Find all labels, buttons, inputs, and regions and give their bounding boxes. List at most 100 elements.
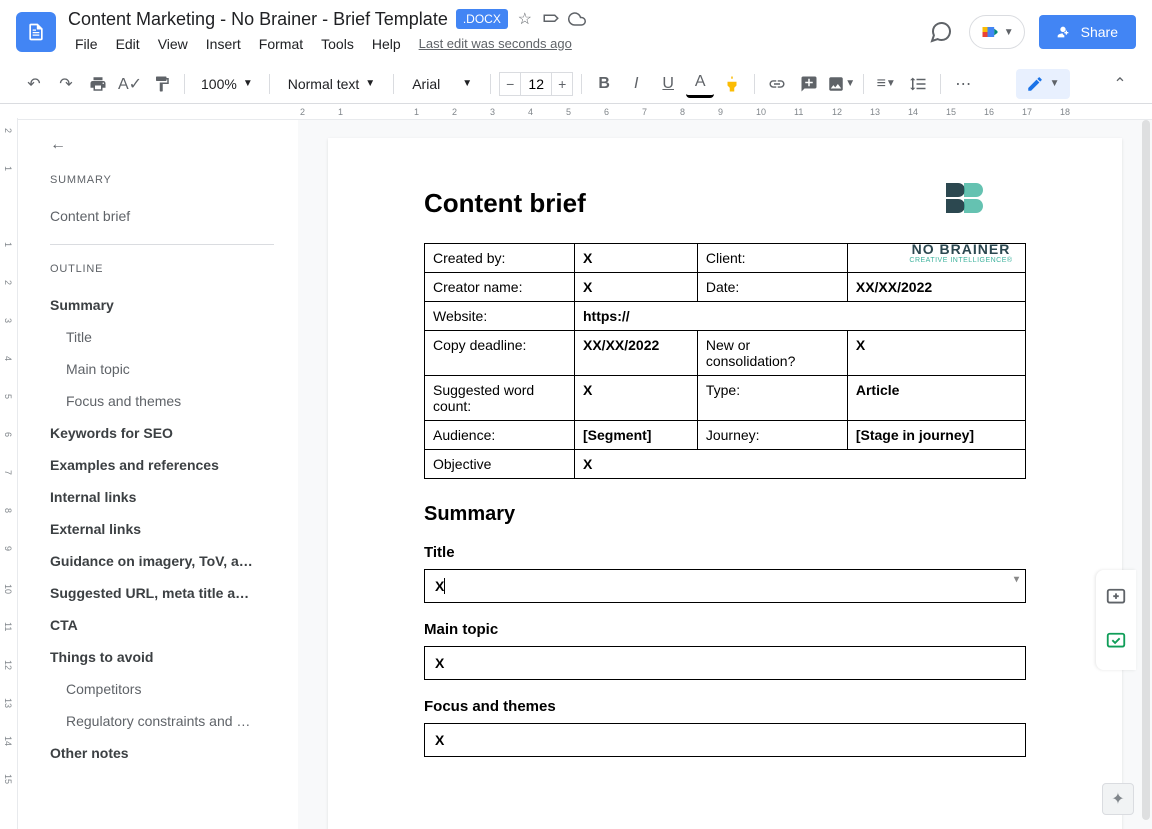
more-icon[interactable]: ⋯ [949,70,977,98]
table-cell[interactable]: Audience: [425,421,575,450]
menu-insert[interactable]: Insert [199,32,248,56]
vertical-ruler[interactable]: 21123456789101112131415 [0,118,18,829]
link-icon[interactable] [763,70,791,98]
suggest-edit-icon[interactable] [1096,622,1136,662]
last-edit[interactable]: Last edit was seconds ago [412,32,579,56]
focus-field[interactable]: X [424,723,1026,757]
focus-heading: Focus and themes [424,698,1026,715]
table-cell[interactable]: Article [847,376,1025,421]
info-table[interactable]: Created by:XClient:Creator name:XDate:XX… [424,243,1026,479]
outline-item[interactable]: CTA [50,609,274,641]
outline-item[interactable]: Keywords for SEO [50,417,274,449]
editing-mode[interactable]: ▼ [1016,69,1070,99]
outline-item[interactable]: Competitors [50,673,274,705]
undo-icon[interactable]: ↶ [20,70,48,98]
menu-view[interactable]: View [151,32,195,56]
table-cell[interactable]: X [847,331,1025,376]
paint-format-icon[interactable] [148,70,176,98]
maintopic-heading: Main topic [424,621,1026,638]
outline-close-icon[interactable]: ← [50,136,274,154]
table-cell[interactable]: X [575,244,698,273]
outline-item[interactable]: Suggested URL, meta title a… [50,577,274,609]
maintopic-field[interactable]: X [424,646,1026,680]
table-cell[interactable]: Date: [697,273,847,302]
outline-item[interactable]: External links [50,513,274,545]
outline-label: OUTLINE [50,263,274,275]
move-icon[interactable] [542,10,560,28]
document-area[interactable]: NO BRAINER CREATIVE INTELLIGENCE® Conten… [298,120,1152,829]
italic-icon[interactable]: I [622,70,650,98]
table-cell[interactable]: Client: [697,244,847,273]
scrollbar[interactable] [1142,120,1150,820]
table-cell[interactable]: Journey: [697,421,847,450]
horizontal-ruler[interactable]: 21123456789101112131415161718 [0,104,1152,120]
redo-icon[interactable]: ↷ [52,70,80,98]
add-comment-icon[interactable] [795,70,823,98]
outline-item[interactable]: Focus and themes [50,385,274,417]
menu-file[interactable]: File [68,32,105,56]
cloud-icon[interactable] [568,10,586,28]
share-button[interactable]: Share [1039,15,1136,49]
chevron-down-icon: ▼ [1004,27,1014,38]
table-cell[interactable]: X [575,450,1026,479]
menu-tools[interactable]: Tools [314,32,361,56]
meet-button[interactable]: ▼ [969,15,1025,49]
hide-menus-icon[interactable]: ⌃ [1108,72,1132,96]
table-cell[interactable]: XX/XX/2022 [847,273,1025,302]
summary-item[interactable]: Content brief [50,200,274,232]
table-cell[interactable]: Objective [425,450,575,479]
right-rail [1096,570,1136,670]
meet-icon [980,22,1000,42]
outline-item[interactable]: Examples and references [50,449,274,481]
explore-button[interactable]: ✦ [1102,783,1134,815]
image-icon[interactable]: ▼ [827,70,855,98]
comment-history-icon[interactable] [927,18,955,46]
docx-badge: .DOCX [456,9,508,29]
table-cell[interactable]: XX/XX/2022 [575,331,698,376]
outline-item[interactable]: Regulatory constraints and … [50,705,274,737]
outline-item[interactable]: Internal links [50,481,274,513]
table-cell[interactable]: Created by: [425,244,575,273]
page[interactable]: NO BRAINER CREATIVE INTELLIGENCE® Conten… [328,138,1122,829]
table-cell[interactable]: Suggested word count: [425,376,575,421]
table-cell[interactable]: https:// [575,302,1026,331]
add-comment-rail-icon[interactable] [1096,578,1136,618]
table-cell[interactable]: New or consolidation? [697,331,847,376]
table-cell[interactable]: X [575,376,698,421]
text-color-icon[interactable]: A [686,70,714,98]
table-cell[interactable]: Creator name: [425,273,575,302]
menu-format[interactable]: Format [252,32,310,56]
table-cell[interactable]: [Segment] [575,421,698,450]
spellcheck-icon[interactable]: A✓ [116,70,144,98]
outline-item[interactable]: Guidance on imagery, ToV, a… [50,545,274,577]
outline-item[interactable]: Title [50,321,274,353]
font-select[interactable]: Arial ▼ [402,72,482,96]
table-cell[interactable]: Website: [425,302,575,331]
style-select[interactable]: Normal text ▼ [278,72,385,96]
line-spacing-icon[interactable] [904,70,932,98]
docs-logo[interactable] [16,12,56,52]
menu-help[interactable]: Help [365,32,408,56]
font-size-input[interactable] [521,72,551,96]
outline-item[interactable]: Other notes [50,737,274,769]
print-icon[interactable] [84,70,112,98]
outline-item[interactable]: Things to avoid [50,641,274,673]
table-cell[interactable]: X [575,273,698,302]
align-icon[interactable]: ≡ ▼ [872,70,900,98]
underline-icon[interactable]: U [654,70,682,98]
star-icon[interactable]: ☆ [516,10,534,28]
zoom-select[interactable]: 100% ▼ [193,72,261,96]
font-size-decrease[interactable]: − [499,72,521,96]
outline-item[interactable]: Summary [50,289,274,321]
table-cell[interactable]: Type: [697,376,847,421]
table-cell[interactable]: Copy deadline: [425,331,575,376]
font-size-increase[interactable]: + [551,72,573,96]
bold-icon[interactable]: B [590,70,618,98]
document-title[interactable]: Content Marketing - No Brainer - Brief T… [68,9,448,30]
table-cell[interactable]: [Stage in journey] [847,421,1025,450]
title-field[interactable]: X▾ [424,569,1026,603]
outline-item[interactable]: Main topic [50,353,274,385]
title-heading: Title [424,544,1026,561]
menu-edit[interactable]: Edit [109,32,147,56]
highlight-icon[interactable] [718,70,746,98]
